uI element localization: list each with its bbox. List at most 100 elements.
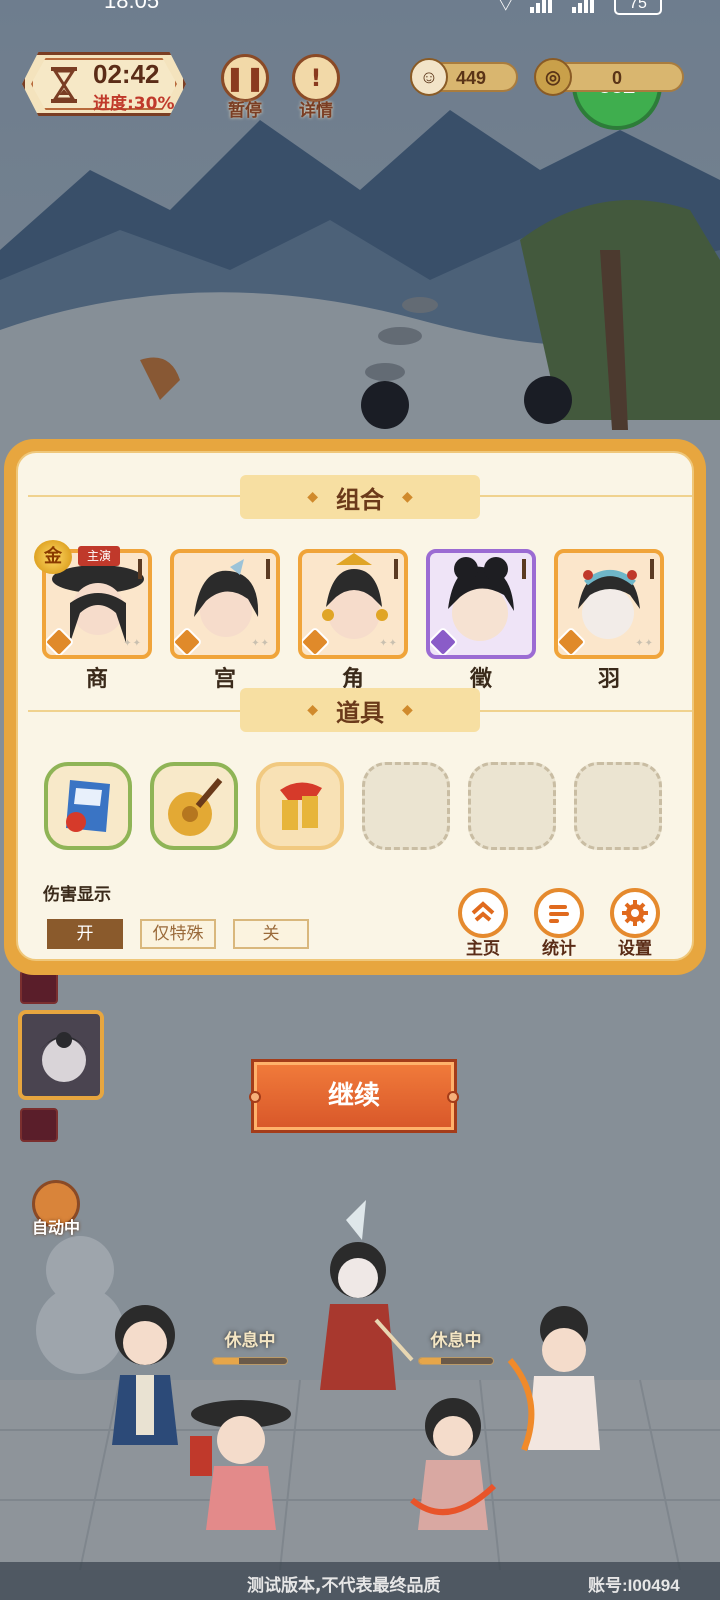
timer-progress: 进度:30% xyxy=(93,94,175,114)
item-slot-1[interactable] xyxy=(44,762,132,850)
exclamation-icon: ! xyxy=(292,54,340,102)
items-title-text: 道具 xyxy=(336,698,384,727)
home-button[interactable]: 主页 xyxy=(454,888,512,959)
rest-progress-fill xyxy=(213,1358,239,1364)
level-bar xyxy=(266,559,270,579)
coin-icon: ◎ xyxy=(534,58,572,96)
hourglass-icon xyxy=(51,67,77,103)
item-slot-3[interactable] xyxy=(256,762,344,850)
character-sprite xyxy=(507,1306,600,1452)
level-bar xyxy=(650,559,654,579)
book-icon xyxy=(66,780,110,832)
lead-role-tag: 主演 xyxy=(78,546,120,566)
side-hero-portrait[interactable] xyxy=(18,1010,104,1100)
timer-panel: 02:42 进度:30% xyxy=(22,52,186,116)
gear-icon xyxy=(610,888,660,938)
hero-card-jue[interactable]: ✦✦ 角 xyxy=(298,549,408,693)
wifi-icon: ⌔ xyxy=(495,0,516,17)
signal-icon xyxy=(530,0,558,13)
stats-label: 统计 xyxy=(542,939,576,959)
battery-icon: 75 xyxy=(614,0,662,15)
hero-portrait-art xyxy=(40,1032,88,1082)
rest-progress-bar xyxy=(418,1357,494,1365)
stats-button[interactable]: 统计 xyxy=(530,888,588,959)
star-icon: ✦✦ xyxy=(379,638,398,649)
character-sprite xyxy=(190,1400,291,1530)
character-sprite xyxy=(112,1305,178,1445)
hero-name: 商 xyxy=(85,667,108,692)
rest-status-2: 休息中 xyxy=(416,1326,496,1365)
hero-portrait xyxy=(426,549,536,659)
detail-button[interactable]: ! 详情 xyxy=(288,54,344,121)
account-id: 账号:I00494 xyxy=(588,1576,680,1595)
timer-time: 02:42 xyxy=(93,59,160,89)
pause-icon: ❚❚ xyxy=(221,54,269,102)
item-slot-empty-6[interactable] xyxy=(574,762,662,850)
rest-progress-fill xyxy=(419,1358,442,1364)
hero-card-yu[interactable]: ✦✦ 羽 xyxy=(554,549,664,693)
currency-coin: ◎ 0 xyxy=(534,58,684,96)
star-icon: ✦✦ xyxy=(251,638,270,649)
items-section-title: ◆ 道具 ◆ xyxy=(240,688,480,732)
pause-button[interactable]: ❚❚ 暂停 xyxy=(217,54,273,121)
damage-option-on[interactable]: 开 xyxy=(47,919,123,949)
pipa-instrument-icon xyxy=(168,778,223,836)
combo-section-title: ◆ 组合 ◆ xyxy=(240,475,480,519)
level-bar xyxy=(522,559,526,579)
character-sprite xyxy=(410,1398,497,1530)
stats-icon xyxy=(534,888,584,938)
damage-option-off[interactable]: 关 xyxy=(233,919,309,949)
auto-battle-button[interactable]: 自动中 xyxy=(28,1180,84,1238)
home-label: 主页 xyxy=(466,939,500,959)
auto-label: 自动中 xyxy=(31,1218,80,1237)
level-bar xyxy=(394,559,398,579)
gold-rank-badge: 金 xyxy=(34,540,72,574)
continue-button[interactable]: 继续 xyxy=(249,1062,459,1130)
hero-card-gong[interactable]: ✦✦ 宫 xyxy=(170,549,280,693)
star-icon: ✦✦ xyxy=(123,638,142,649)
level-bar xyxy=(138,559,142,579)
star-icon: ✦✦ xyxy=(635,638,654,649)
ornament-icon xyxy=(447,1091,459,1103)
continue-label: 继续 xyxy=(327,1081,380,1111)
currency-people: ☺ 449 xyxy=(410,58,518,96)
rest-status-1: 休息中 xyxy=(210,1326,290,1365)
hero-name: 羽 xyxy=(597,667,620,692)
diamond-icon: ◆ xyxy=(307,702,318,718)
footer-bar: 测试版本,不代表最终品质 账号:I00494 xyxy=(0,1562,720,1600)
status-time: 18:05 xyxy=(104,0,160,13)
hero-portrait: ✦✦ xyxy=(554,549,664,659)
item-slot-empty-5[interactable] xyxy=(468,762,556,850)
status-bar: 18:05 ⌔ 75 xyxy=(0,0,720,17)
test-version-notice: 测试版本,不代表最终品质 xyxy=(247,1576,441,1596)
diamond-icon: ◆ xyxy=(402,489,413,505)
side-skill-icon-2[interactable] xyxy=(20,1108,58,1142)
settings-button[interactable]: 设置 xyxy=(606,888,664,959)
item-slot-2[interactable] xyxy=(150,762,238,850)
rest-label: 休息中 xyxy=(430,1331,482,1351)
currency-coin-value: 0 xyxy=(612,68,623,88)
signal-2-icon xyxy=(572,0,600,13)
damage-option-special[interactable]: 仅特殊 xyxy=(140,919,216,949)
currency-people-value: 449 xyxy=(456,68,487,88)
hero-portrait: ✦✦ xyxy=(170,549,280,659)
rest-progress-bar xyxy=(212,1357,288,1365)
damage-display-label: 伤害显示 xyxy=(43,885,111,905)
ornament-icon xyxy=(249,1091,261,1103)
settings-label: 设置 xyxy=(618,939,652,959)
diamond-icon: ◆ xyxy=(402,702,413,718)
rest-label: 休息中 xyxy=(224,1331,276,1351)
combo-title-text: 组合 xyxy=(336,485,384,514)
hero-card-zhi[interactable]: 徵 xyxy=(426,549,536,693)
detail-label: 详情 xyxy=(299,101,333,121)
clapper-icon xyxy=(280,782,322,830)
pause-label: 暂停 xyxy=(228,101,262,121)
diamond-icon: ◆ xyxy=(307,489,318,505)
home-icon xyxy=(458,888,508,938)
side-skill-icon[interactable] xyxy=(20,970,58,1004)
item-slot-empty-4[interactable] xyxy=(362,762,450,850)
status-icons: ⌔ 75 xyxy=(495,0,662,18)
character-face-icon: ☺ xyxy=(410,58,448,96)
hero-portrait: ✦✦ xyxy=(298,549,408,659)
character-sprite xyxy=(320,1200,414,1390)
